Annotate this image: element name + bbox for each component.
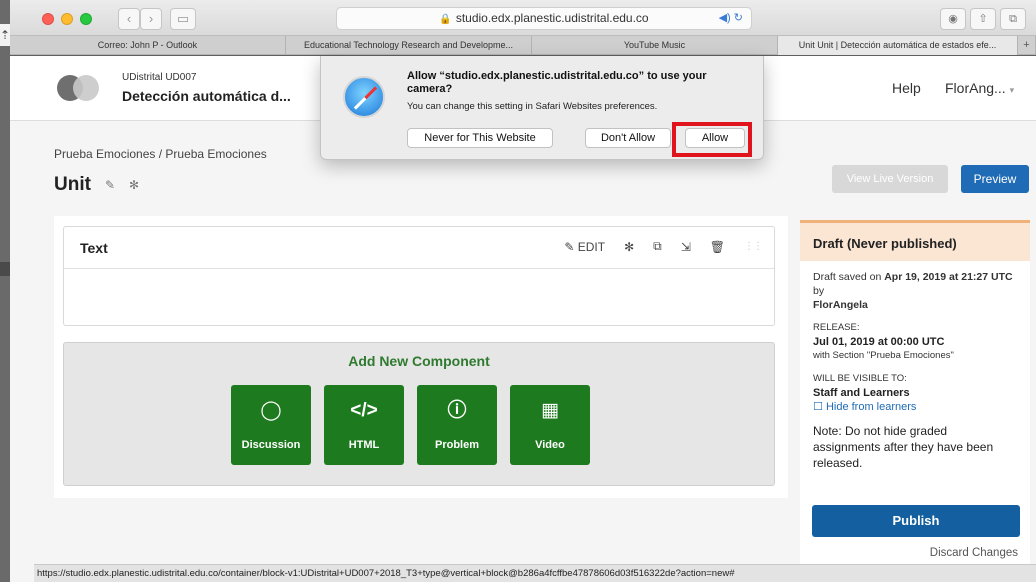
tab-bar: Correo: John P - Outlook Educational Tec… xyxy=(10,36,1036,55)
preview-button[interactable]: Preview xyxy=(961,165,1029,193)
discussion-button[interactable]: ◯ Discussion xyxy=(231,385,311,465)
pencil-icon: ✎ xyxy=(564,239,575,254)
dialog-title: Allow “studio.edx.planestic.udistrital.e… xyxy=(407,70,707,95)
window-controls xyxy=(42,13,92,25)
audio-reload-icon[interactable]: ◀) ↻ xyxy=(719,8,743,29)
gear-icon[interactable]: ✻ xyxy=(129,178,139,192)
add-component-title: Add New Component xyxy=(348,353,490,369)
checkbox-icon: ☐ xyxy=(813,401,823,413)
dont-allow-button[interactable]: Don't Allow xyxy=(585,128,671,148)
allow-highlight-box xyxy=(672,122,752,157)
saved-prefix: Draft saved on xyxy=(813,271,885,283)
tab-unit[interactable]: Unit Unit | Detección automática de esta… xyxy=(778,36,1018,55)
visibility-info: WILL BE VISIBLE TO: Staff and Learners ☐… xyxy=(813,372,1017,414)
zoom-window-button[interactable] xyxy=(80,13,92,25)
pencil-icon[interactable]: ✎ xyxy=(105,178,115,192)
edit-label: EDIT xyxy=(577,239,606,254)
edit-button[interactable]: ✎ EDIT xyxy=(564,240,605,254)
trash-icon[interactable]: 🗑 xyxy=(710,240,725,254)
video-label: Video xyxy=(535,439,565,451)
breadcrumb[interactable]: Prueba Emociones / Prueba Emociones xyxy=(54,147,267,161)
user-menu[interactable]: FlorAng... ▾ xyxy=(945,80,1014,96)
page-title: Unit ✎ ✻ xyxy=(54,174,139,196)
tab-research[interactable]: Educational Technology Research and Deve… xyxy=(286,36,532,55)
visible-label: WILL BE VISIBLE TO: xyxy=(813,373,907,384)
visible-value: Staff and Learners xyxy=(813,387,910,399)
code-icon: </> xyxy=(350,400,378,421)
hide-from-learners-checkbox[interactable]: ☐ Hide from learners xyxy=(813,400,1017,414)
browser-toolbar: ‹ › ▭ 🔒 studio.edx.planestic.udistrital.e… xyxy=(10,0,1036,36)
html-button[interactable]: </> HTML xyxy=(324,385,404,465)
new-tab-button[interactable]: + xyxy=(1018,36,1036,55)
publish-button[interactable]: Publish xyxy=(812,505,1020,537)
never-allow-button[interactable]: Never for This Website xyxy=(407,128,553,148)
tab-outlook[interactable]: Correo: John P - Outlook xyxy=(10,36,286,55)
safari-compass-icon xyxy=(343,76,385,118)
comment-icon: ◯ xyxy=(260,400,282,421)
downloads-icon[interactable]: ◉ xyxy=(940,8,966,30)
view-live-button[interactable]: View Live Version xyxy=(832,165,948,193)
problem-label: Problem xyxy=(434,439,479,451)
video-button[interactable]: ▦ Video xyxy=(510,385,590,465)
publish-status-title: Draft (Never published) xyxy=(800,223,1030,261)
drag-handle-icon[interactable]: ⋮⋮ xyxy=(744,241,763,252)
release-date: Jul 01, 2019 at 00:00 UTC xyxy=(813,336,945,348)
problem-button[interactable]: ⓘ Problem xyxy=(417,385,497,465)
share-icon[interactable]: ⇧ xyxy=(970,8,996,30)
graded-note: Note: Do not hide graded assignments aft… xyxy=(813,424,994,470)
xblock-header: Text ✎ EDIT ✻ ⧉ ⇲ 🗑 ⋮⋮ xyxy=(64,227,774,269)
status-bar: https://studio.edx.planestic.udistrital.… xyxy=(34,564,1036,582)
chevron-down-icon: ▾ xyxy=(1009,85,1015,95)
release-info: RELEASE: Jul 01, 2019 at 00:00 UTC with … xyxy=(813,321,1017,363)
add-component-panel: Add New Component ◯ Discussion </> HTML … xyxy=(63,342,775,486)
tab-youtube-music[interactable]: YouTube Music xyxy=(532,36,778,55)
xblock-title: Text xyxy=(80,240,108,256)
question-icon: ⓘ xyxy=(447,400,467,421)
upload-arrow-icon[interactable]: ⇡ xyxy=(0,24,10,46)
saved-user: FlorAngela xyxy=(813,299,868,311)
tabs-overview-icon[interactable]: ⧉ xyxy=(1000,8,1026,30)
film-icon: ▦ xyxy=(541,400,559,421)
settings-gear-icon[interactable]: ✻ xyxy=(624,240,634,254)
address-text: studio.edx.planestic.udistrital.edu.co xyxy=(455,11,649,25)
course-name[interactable]: Detección automática d... xyxy=(122,88,291,104)
text-xblock: Text ✎ EDIT ✻ ⧉ ⇲ 🗑 ⋮⋮ xyxy=(63,226,775,326)
duplicate-icon[interactable]: ⧉ xyxy=(653,239,662,254)
minimize-window-button[interactable] xyxy=(61,13,73,25)
publish-sidebar: Draft (Never published) Draft saved on A… xyxy=(800,220,1030,582)
course-logo xyxy=(57,73,101,103)
html-label: HTML xyxy=(348,439,380,451)
xblock-actions: ✎ EDIT ✻ ⧉ ⇲ 🗑 ⋮⋮ xyxy=(564,239,763,254)
content-panel: Text ✎ EDIT ✻ ⧉ ⇲ 🗑 ⋮⋮ Add New Component… xyxy=(54,216,788,498)
desktop-strip: ⇡ xyxy=(0,0,10,582)
saved-by: by xyxy=(813,285,825,297)
publish-details: Draft saved on Apr 19, 2019 at 21:27 UTC… xyxy=(800,261,1030,480)
address-bar[interactable]: 🔒 studio.edx.planestic.udistrital.edu.co … xyxy=(336,7,752,30)
discussion-label: Discussion xyxy=(241,439,301,451)
sidebar-toggle-icon[interactable]: ▭ xyxy=(170,8,196,30)
forward-button[interactable]: › xyxy=(140,8,162,30)
release-section: with Section "Prueba Emociones" xyxy=(813,350,954,361)
hide-label: Hide from learners xyxy=(825,401,917,413)
lock-icon: 🔒 xyxy=(439,14,452,25)
back-button[interactable]: ‹ xyxy=(118,8,140,30)
move-icon[interactable]: ⇲ xyxy=(681,240,691,254)
help-link[interactable]: Help xyxy=(892,80,921,96)
discard-changes-link[interactable]: Discard Changes xyxy=(930,547,1018,559)
close-window-button[interactable] xyxy=(42,13,54,25)
desktop-divider xyxy=(0,262,10,276)
course-org: UDistrital UD007 xyxy=(122,72,197,83)
user-name: FlorAng... xyxy=(945,80,1006,96)
release-label: RELEASE: xyxy=(813,322,860,333)
draft-saved-info: Draft saved on Apr 19, 2019 at 21:27 UTC… xyxy=(813,270,1017,312)
dialog-subtitle: You can change this setting in Safari We… xyxy=(407,101,658,112)
saved-date: Apr 19, 2019 at 21:27 UTC xyxy=(884,271,1013,283)
unit-title-text: Unit xyxy=(54,174,91,195)
